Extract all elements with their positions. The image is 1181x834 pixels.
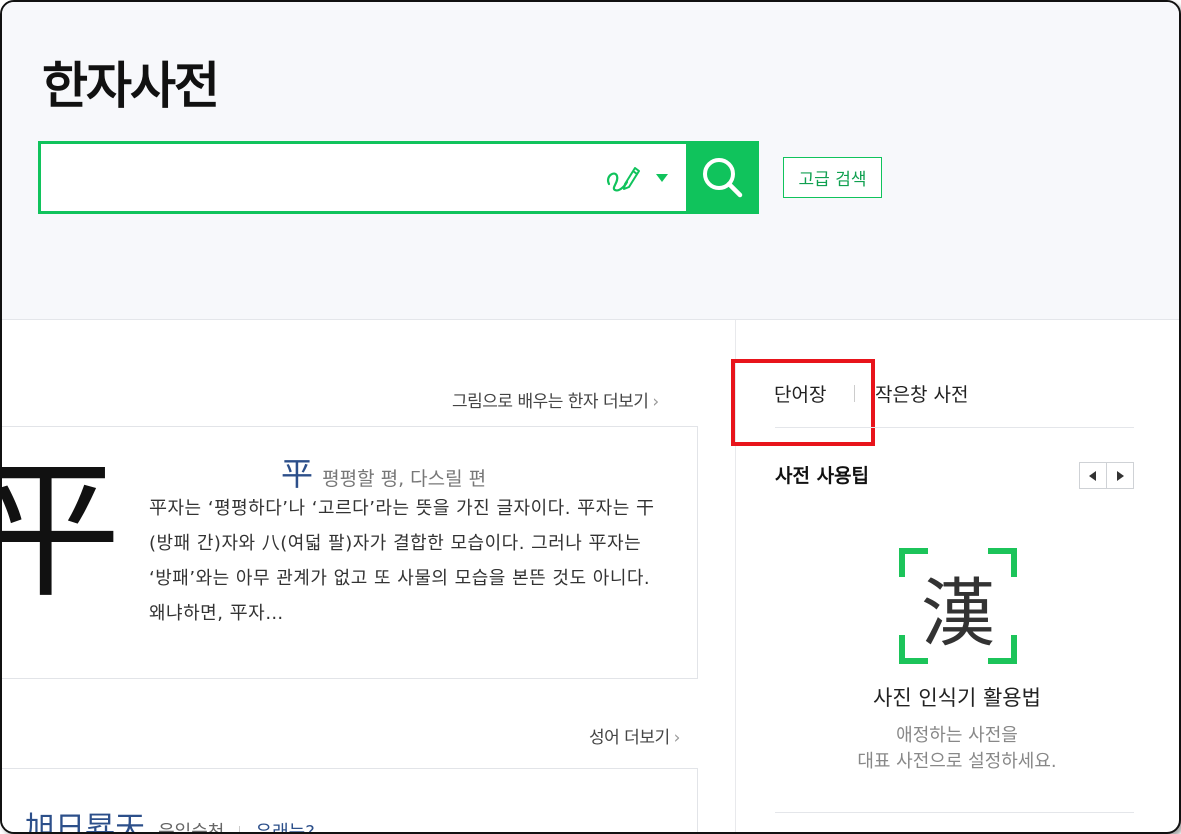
picture-hanja-more-label: 그림으로 배우는 한자 더보기 <box>452 392 649 412</box>
next-button[interactable] <box>1106 463 1133 488</box>
search-input[interactable] <box>53 154 593 202</box>
hanja-drawing: 平 <box>2 457 121 607</box>
hanja-heading: 平 평평할 평, 다스릴 편 <box>281 449 486 495</box>
hanja-reading: 평평할 평, 다스릴 편 <box>322 468 487 490</box>
idiom-row: 旭日昇天 욱일승천 유래는? <box>25 803 315 834</box>
photo-recognition-icon[interactable]: 漢 <box>898 547 1018 665</box>
idiom-more-label: 성어 더보기 <box>589 728 670 748</box>
triangle-left-icon <box>1089 470 1097 481</box>
search-icon <box>703 158 743 198</box>
divider <box>239 825 241 832</box>
tip-desc-line: 대표 사전으로 설정하세요. <box>857 751 1057 772</box>
tip-icon-char: 漢 <box>921 571 995 657</box>
tip-description: 애정하는 사전을 대표 사전으로 설정하세요. <box>735 723 1179 775</box>
app-window: 한자사전 고급 검색 그림으로 배우는 한자 더보기› 平 平 <box>0 0 1181 834</box>
tips-pager <box>1079 462 1134 489</box>
tip-desc-line: 애정하는 사전을 <box>896 725 1018 746</box>
advanced-search-button[interactable]: 고급 검색 <box>783 157 882 198</box>
prev-button[interactable] <box>1080 463 1106 488</box>
tip-title[interactable]: 사진 인식기 활용법 <box>735 682 1179 712</box>
idiom-hanja[interactable]: 旭日昇天 <box>25 811 145 832</box>
hanja-character[interactable]: 平 <box>281 455 313 493</box>
picture-hanja-card[interactable]: 平 平 평평할 평, 다스릴 편 平자는 ‘평평하다’나 ‘고르다’라는 뜻을 … <box>2 426 698 679</box>
triangle-right-icon <box>1117 470 1125 481</box>
handwriting-input-icon[interactable] <box>605 162 641 194</box>
tab-mini-dictionary[interactable]: 작은창 사전 <box>875 380 968 407</box>
idiom-origin-link[interactable]: 유래는? <box>256 822 315 832</box>
divider <box>775 427 1134 428</box>
chevron-right-icon: › <box>652 392 659 412</box>
chevron-right-icon: › <box>673 728 681 748</box>
search-button[interactable] <box>686 141 759 214</box>
hanja-description: 平자는 ‘평평하다’나 ‘고르다’라는 뜻을 가진 글자이다. 平자는 干(방패… <box>149 498 655 624</box>
idiom-more-link[interactable]: 성어 더보기 › <box>589 723 680 748</box>
caret-down-icon[interactable] <box>655 173 669 183</box>
idiom-card[interactable]: 旭日昇天 욱일승천 유래는? <box>2 768 698 834</box>
search-box[interactable] <box>38 141 686 214</box>
idiom-reading: 욱일승천 <box>158 822 225 834</box>
header: 한자사전 고급 검색 <box>2 2 1179 320</box>
picture-hanja-more-link[interactable]: 그림으로 배우는 한자 더보기 › <box>452 387 659 412</box>
highlight-annotation <box>731 359 875 446</box>
divider <box>775 812 1134 813</box>
page-title: 한자사전 <box>42 57 220 115</box>
tips-title: 사전 사용팁 <box>775 465 870 487</box>
